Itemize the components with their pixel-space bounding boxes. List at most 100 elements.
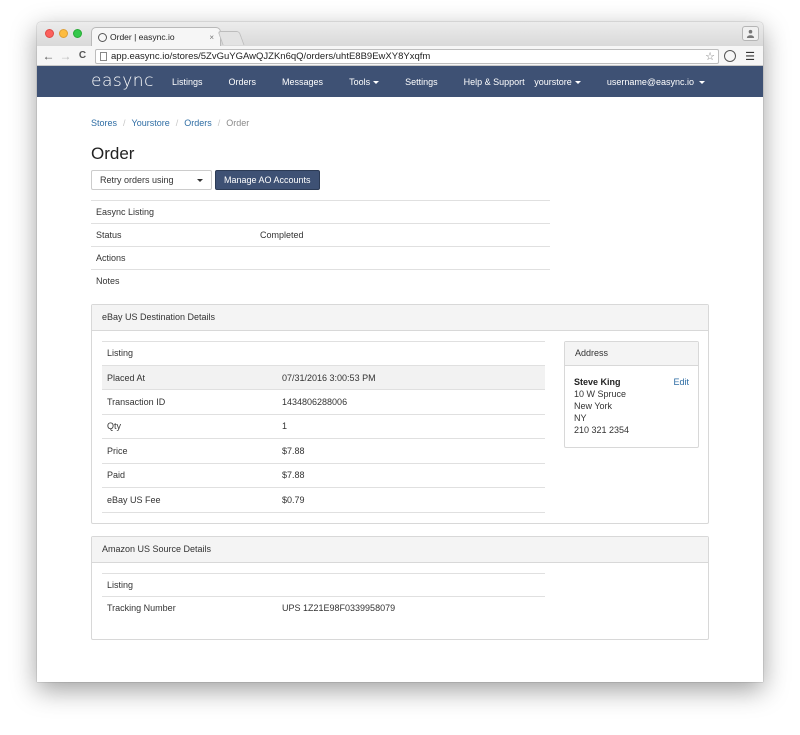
address-name: Steve King [574,376,621,387]
address-heading: Address [565,341,698,366]
app-navbar: easync Listings Orders Messages Tools Se… [37,66,763,97]
row-key: Qty [102,413,277,439]
browser-window: Order | easync.io × ← → C app.easync.io/… [37,22,763,682]
browser-toolbar: ← → C app.easync.io/stores/5ZvGuYGAwQJZK… [37,46,763,66]
browser-titlebar: Order | easync.io × [37,22,763,46]
row-value: 1 [277,413,545,439]
tab-title: Order | easync.io [110,32,175,42]
address-line1: 10 W Spruce [574,388,627,399]
panel-heading: Amazon US Source Details [92,536,708,563]
main-content: Stores / Yourstore / Orders / Order Orde… [91,118,709,640]
row-value: $0.79 [277,487,545,513]
bookmark-star-icon[interactable]: ☆ [705,50,715,63]
tracking-number[interactable]: UPS 1Z21E98F0339958079 [277,595,545,619]
row-key: Easync Listing [91,200,255,224]
order-actions: Retry orders using Manage AO Accounts [91,170,709,190]
row-value: 1434806288006 [277,389,545,415]
breadcrumb-stores[interactable]: Stores [91,118,117,128]
row-key: Placed At [102,364,277,390]
row-key: Actions [91,246,255,270]
panel-body: Listing Tracking Number UPS 1Z21E98F03399… [92,563,708,639]
table-row: Actions [91,246,550,270]
close-window-button[interactable] [45,29,54,38]
table-row: Tracking Number UPS 1Z21E98F0339958079 [102,595,545,619]
browser-tab[interactable]: Order | easync.io × [91,27,221,46]
caret-down-icon [574,80,581,84]
destination-details-panel: eBay US Destination Details Listing Plac… [91,303,709,524]
table-row: Qty 1 [102,413,545,439]
retry-orders-select[interactable]: Retry orders using [91,170,212,190]
new-tab-button[interactable] [217,31,245,45]
source-table: Listing Tracking Number UPS 1Z21E98F03399… [102,572,545,619]
address-phone: 210 321 2354 [574,424,630,435]
maximize-window-button[interactable] [73,29,82,38]
breadcrumb-separator: / [175,118,179,128]
row-key: Listing [102,340,277,366]
row-value [255,246,550,270]
row-value: $7.88 [277,438,545,464]
breadcrumb-separator: / [123,118,126,128]
row-value [255,200,550,224]
table-row: eBay US Fee $0.79 [102,487,545,513]
minimize-window-button[interactable] [59,29,68,38]
breadcrumb-current: Order [226,118,250,128]
row-key: Status [91,223,255,247]
address-body: Steve King Edit 10 W Spruce New York NY … [565,366,698,447]
store-label: yourstore [534,76,572,87]
panel-heading: eBay US Destination Details [92,304,708,331]
row-value [277,340,545,366]
table-row: Status Completed [91,223,550,247]
table-row: Listing [102,340,545,366]
row-value: $7.88 [277,462,545,488]
window-controls [45,29,82,38]
address-line2: New York [574,400,613,411]
easync-logo[interactable]: easync [91,71,154,91]
status-value: Completed [255,223,550,247]
user-dropdown[interactable]: username@easync.io [607,77,705,87]
profile-button[interactable] [742,26,759,41]
table-row: Transaction ID 1434806288006 [102,389,545,415]
user-label: username@easync.io [606,76,694,87]
browser-menu-icon[interactable]: ☰ [745,50,755,63]
table-row: Notes [91,269,550,293]
row-key: Price [102,438,277,464]
row-value [277,572,545,596]
nav-listings[interactable]: Listings [172,77,203,87]
nav-orders[interactable]: Orders [229,77,257,87]
row-key: eBay US Fee [102,487,277,513]
breadcrumb-orders[interactable]: Orders [184,118,212,128]
row-value [255,269,550,293]
back-button[interactable]: ← [40,49,57,63]
manage-ao-accounts-button[interactable]: Manage AO Accounts [215,170,320,190]
row-value: 07/31/2016 3:00:53 PM [277,364,545,390]
nav-messages[interactable]: Messages [282,77,323,87]
row-key: Notes [91,269,255,293]
nav-right: yourstore username@easync.io [508,66,705,97]
forward-button[interactable]: → [57,49,74,63]
breadcrumb-yourstore[interactable]: Yourstore [132,118,170,128]
nav-tools-dropdown[interactable]: Tools [349,77,380,87]
breadcrumb: Stores / Yourstore / Orders / Order [91,118,709,128]
panel-body: Listing Placed At 07/31/2016 3:00:53 PM T… [92,331,708,523]
order-summary-table: Easync Listing Status Completed Actions N… [91,200,550,293]
source-details-panel: Amazon US Source Details Listing Trackin… [91,535,709,640]
row-key: Paid [102,462,277,488]
store-dropdown[interactable]: yourstore [534,77,581,87]
reload-button[interactable]: C [74,50,91,61]
table-row: Price $7.88 [102,438,545,464]
address-line3: NY [574,412,587,423]
table-row: Listing [102,572,545,596]
edit-address-link[interactable]: Edit [673,376,689,388]
person-icon [746,29,755,38]
address-bar[interactable]: app.easync.io/stores/5ZvGuYGAwQJZKn6qQ/o… [95,49,719,64]
url-text[interactable]: app.easync.io/stores/5ZvGuYGAwQJZKn6qQ/o… [111,51,705,62]
caret-down-icon [373,80,380,84]
nav-settings[interactable]: Settings [405,77,438,87]
tab-close-icon[interactable]: × [209,33,214,42]
breadcrumb-separator: / [217,118,221,128]
row-key: Transaction ID [102,389,277,415]
table-row: Easync Listing [91,200,550,224]
extension-icon[interactable] [724,50,736,62]
page-icon [100,52,107,61]
row-key: Listing [102,572,277,596]
